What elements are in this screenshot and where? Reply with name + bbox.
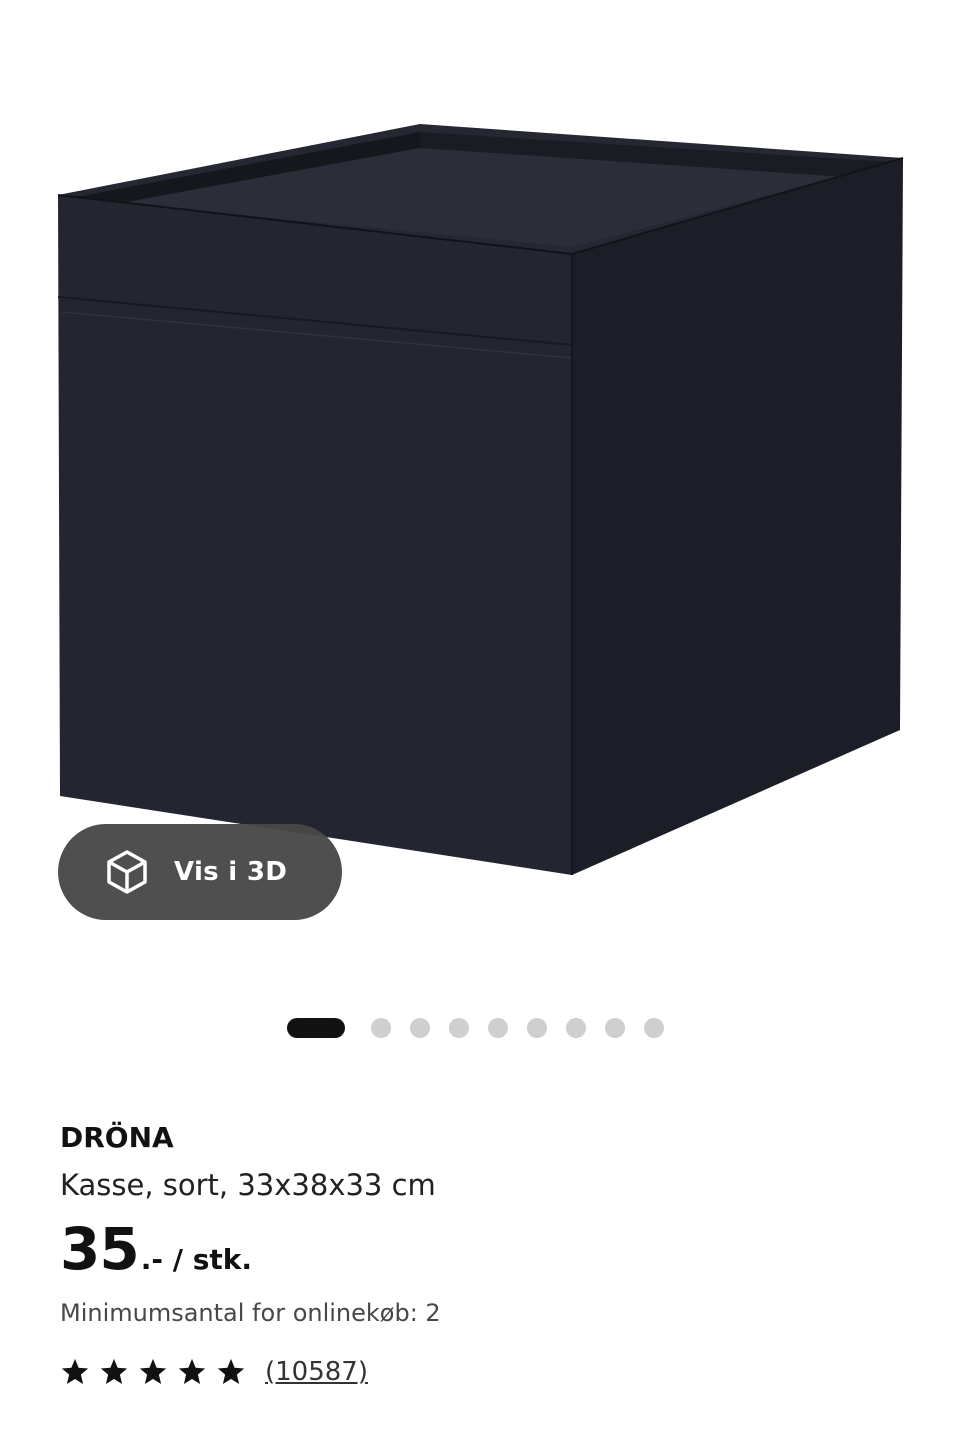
carousel-dot[interactable] [448,1018,469,1038]
carousel-dot[interactable] [526,1018,547,1038]
product-description: Kasse, sort, 33x38x33 cm [60,1168,436,1202]
cube-icon [107,850,147,894]
price-suffix: .- / stk. [140,1243,253,1276]
product-image[interactable] [0,0,960,960]
view-3d-button[interactable]: Vis i 3D [58,824,342,920]
product-info: DRÖNA Kasse, sort, 33x38x33 cm 35 .- / s… [60,1118,920,1392]
review-count-link[interactable]: (10587) [265,1357,368,1387]
product-photo [57,124,904,875]
box-side-face [572,158,903,875]
price-integer: 35 [60,1215,140,1283]
minimum-quantity-note: Minimumsantal for onlinekøb: 2 [60,1299,441,1327]
price: 35 .- / stk. [60,1218,920,1280]
carousel-dot[interactable] [604,1018,625,1038]
rating[interactable]: (10587) [60,1352,920,1392]
box-front-face [58,195,572,875]
star-icon [61,1358,89,1384]
carousel-dot[interactable] [487,1018,508,1038]
carousel-dot[interactable] [370,1018,391,1038]
star-icon [178,1358,206,1384]
carousel-dot[interactable] [409,1018,430,1038]
star-icon [139,1358,167,1384]
carousel-dot[interactable] [643,1018,664,1038]
view-3d-label: Vis i 3D [174,857,288,887]
star-rating [60,1357,255,1387]
carousel-dot[interactable] [565,1018,586,1038]
carousel-pagination [0,1018,960,1038]
product-name: DRÖNA [60,1121,174,1154]
star-icon [100,1358,128,1384]
star-icon [217,1358,245,1384]
carousel-dot-active[interactable] [287,1018,345,1038]
